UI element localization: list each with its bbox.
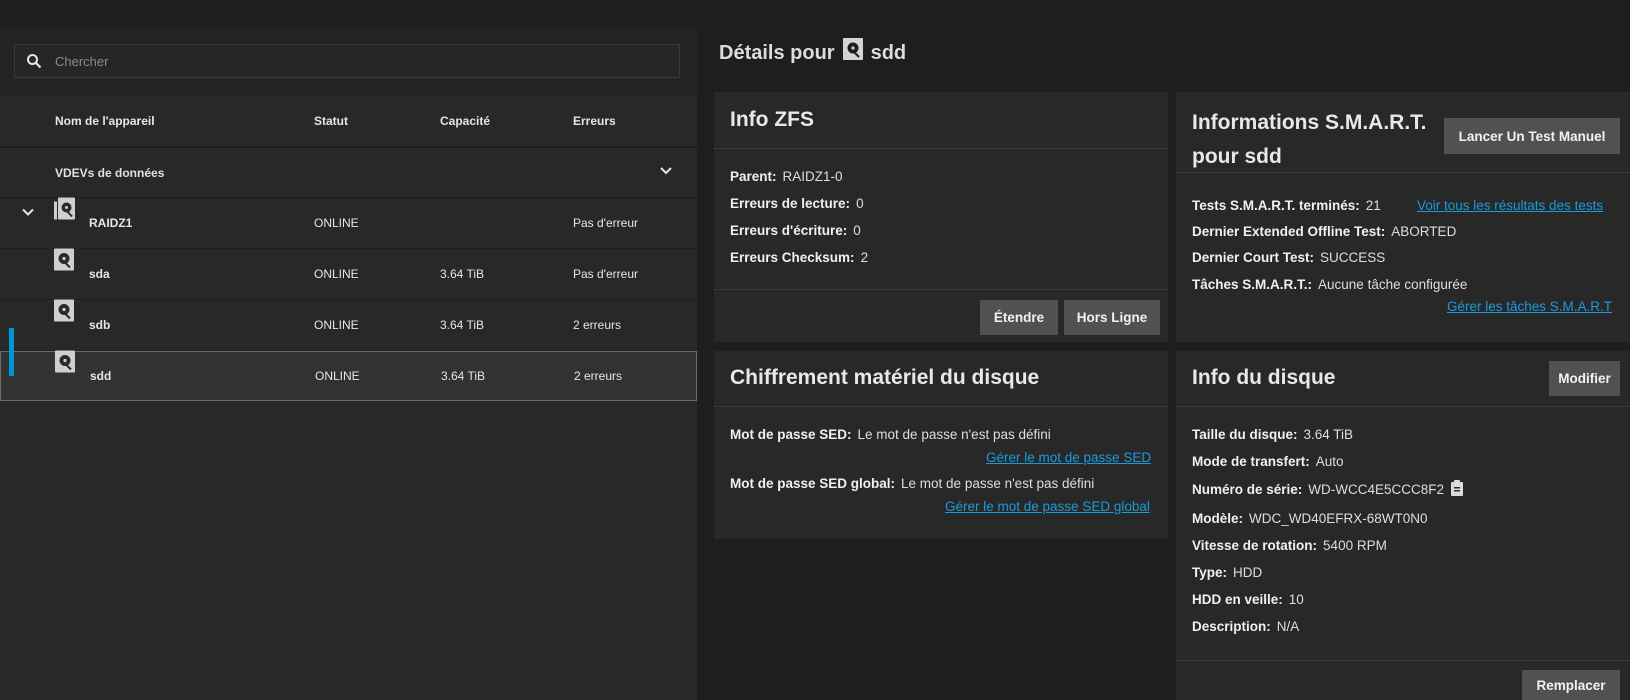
manage-sed-global-link[interactable]: Gérer le mot de passe SED global bbox=[945, 499, 1150, 514]
zfs-title: Info ZFS bbox=[730, 108, 814, 131]
raid-icon bbox=[54, 197, 76, 225]
row-status: ONLINE bbox=[314, 216, 359, 230]
replace-button[interactable]: Remplacer bbox=[1522, 670, 1620, 700]
header-status[interactable]: Statut bbox=[314, 114, 348, 128]
row-errors: Pas d'erreur bbox=[573, 216, 638, 230]
card-footer bbox=[1176, 660, 1630, 661]
row-name: sda bbox=[89, 267, 110, 281]
table-row[interactable]: RAIDZ1 ONLINE Pas d'erreur bbox=[0, 197, 697, 249]
clipboard-icon[interactable] bbox=[1450, 480, 1464, 501]
smart-tests-done: Tests S.M.A.R.T. terminés: 21 bbox=[1192, 198, 1381, 213]
title-prefix: Détails pour bbox=[719, 41, 835, 64]
disk-icon bbox=[55, 350, 75, 378]
disk-icon bbox=[54, 299, 74, 327]
table-row-selected[interactable]: sdd ONLINE 3.64 TiB 2 erreurs bbox=[0, 328, 697, 401]
row-status: ONLINE bbox=[315, 369, 360, 383]
sed-global-password: Mot de passe SED global: Le mot de passe … bbox=[730, 476, 1095, 491]
disk-standby: HDD en veille: 10 bbox=[1192, 592, 1304, 607]
zfs-write-errors: Erreurs d'écriture: 0 bbox=[730, 223, 861, 238]
edit-button[interactable]: Modifier bbox=[1549, 361, 1620, 396]
table-header: Nom de l'appareil Statut Capacité Erreur… bbox=[0, 96, 697, 148]
row-errors: Pas d'erreur bbox=[573, 267, 638, 281]
sed-password: Mot de passe SED: Le mot de passe n'est p… bbox=[730, 427, 1051, 442]
extend-button[interactable]: Étendre bbox=[980, 300, 1058, 335]
vdev-group-data[interactable]: VDEVs de données bbox=[0, 148, 697, 198]
sed-card: Chiffrement matériel du disque Mot de pa… bbox=[714, 351, 1168, 539]
chevron-down-icon[interactable] bbox=[658, 163, 674, 182]
header-errors[interactable]: Erreurs bbox=[573, 114, 616, 128]
row-capacity: 3.64 TiB bbox=[440, 318, 485, 332]
manual-test-button[interactable]: Lancer Un Test Manuel bbox=[1444, 118, 1620, 154]
table-row[interactable]: sdb ONLINE 3.64 TiB 2 erreurs bbox=[0, 299, 697, 351]
sed-title: Chiffrement matériel du disque bbox=[730, 366, 1040, 389]
search-box[interactable] bbox=[14, 44, 680, 78]
row-errors: 2 erreurs bbox=[574, 369, 623, 383]
row-errors: 2 erreurs bbox=[573, 318, 622, 332]
row-status: ONLINE bbox=[314, 267, 359, 281]
disk-size: Taille du disque: 3.64 TiB bbox=[1192, 427, 1354, 442]
chevron-down-icon[interactable] bbox=[20, 205, 36, 224]
row-status: ONLINE bbox=[314, 318, 359, 332]
row-name: sdd bbox=[90, 369, 112, 383]
header-name[interactable]: Nom de l'appareil bbox=[55, 114, 155, 128]
devices-pane: Nom de l'appareil Statut Capacité Erreur… bbox=[0, 28, 697, 700]
manage-tasks-link[interactable]: Gérer les tâches S.M.A.R.T bbox=[1447, 299, 1612, 314]
selection-indicator bbox=[9, 328, 14, 376]
zfs-checksum-errors: Erreurs Checksum: 2 bbox=[730, 250, 869, 265]
search-icon bbox=[15, 53, 53, 69]
title-disk: sdd bbox=[870, 41, 907, 64]
page-title: Détails pour sdd bbox=[719, 38, 906, 68]
disk-icon bbox=[54, 248, 74, 276]
group-label: VDEVs de données bbox=[55, 165, 165, 180]
header-capacity[interactable]: Capacité bbox=[440, 114, 490, 128]
zfs-info-card: Info ZFS Parent: RAIDZ1-0 Erreurs de lect… bbox=[714, 92, 1168, 342]
smart-last-short: Dernier Court Test: SUCCESS bbox=[1192, 250, 1386, 265]
card-footer bbox=[714, 289, 1168, 290]
view-results-link[interactable]: Voir tous les résultats des tests bbox=[1417, 198, 1603, 213]
disk-transfer-mode: Mode de transfert: Auto bbox=[1192, 454, 1344, 469]
disk-icon bbox=[842, 38, 863, 68]
disk-info-card: Info du disque Modifier Taille du disque… bbox=[1176, 351, 1630, 700]
smart-tasks: Tâches S.M.A.R.T.: Aucune tâche configuré… bbox=[1192, 277, 1468, 292]
disk-type: Type: HDD bbox=[1192, 565, 1263, 580]
disk-serial: Numéro de série: WD-WCC4E5CCC8F2 bbox=[1192, 482, 1445, 497]
row-name: sdb bbox=[89, 318, 111, 332]
row-capacity: 3.64 TiB bbox=[441, 369, 486, 383]
search-input[interactable] bbox=[53, 52, 657, 70]
offline-button[interactable]: Hors Ligne bbox=[1064, 300, 1160, 335]
search-bar bbox=[0, 28, 697, 96]
manage-sed-link[interactable]: Gérer le mot de passe SED bbox=[986, 450, 1151, 465]
disk-title: Info du disque bbox=[1192, 366, 1336, 389]
disk-model: Modèle: WDC_WD40EFRX-68WT0N0 bbox=[1192, 511, 1428, 526]
zfs-read-errors: Erreurs de lecture: 0 bbox=[730, 196, 864, 211]
zfs-parent: Parent: RAIDZ1-0 bbox=[730, 169, 843, 184]
smart-last-extended: Dernier Extended Offline Test: ABORTED bbox=[1192, 224, 1457, 239]
disk-description: Description: N/A bbox=[1192, 619, 1300, 634]
row-name: RAIDZ1 bbox=[89, 216, 133, 230]
smart-title: Informations S.M.A.R.T. pour sdd bbox=[1192, 111, 1427, 168]
smart-info-card: Informations S.M.A.R.T. pour sdd Lancer … bbox=[1176, 92, 1630, 342]
table-row[interactable]: sda ONLINE 3.64 TiB Pas d'erreur bbox=[0, 248, 697, 300]
row-capacity: 3.64 TiB bbox=[440, 267, 485, 281]
disk-rotation: Vitesse de rotation: 5400 RPM bbox=[1192, 538, 1387, 553]
